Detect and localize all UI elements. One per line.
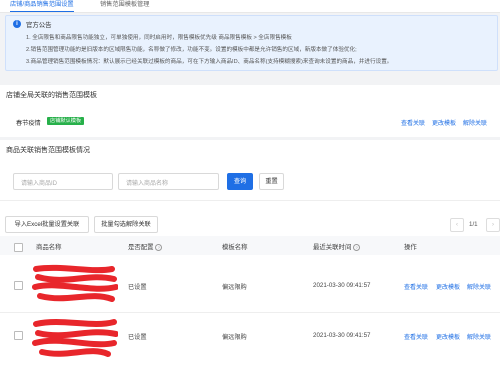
next-page-button[interactable]: ›: [486, 218, 500, 232]
store-template-name: 春节疫情: [16, 120, 41, 127]
col-goods-name: 商品名称: [36, 244, 62, 251]
reset-button[interactable]: 重置: [259, 173, 284, 190]
row-view-link[interactable]: 查看关联: [404, 332, 428, 341]
select-all-checkbox[interactable]: [14, 243, 23, 252]
col-template-name: 模板名称: [222, 244, 248, 251]
col-latest-time: 最近关联时间 ?: [313, 242, 361, 251]
store-view-link[interactable]: 查看关联: [401, 118, 425, 127]
redacted-goods-name: [32, 319, 118, 357]
row-change-link[interactable]: 更改模板: [436, 332, 460, 341]
table-row: 已设置 偏远限购 2021-03-30 09:41:57 查看关联 更改模板 解…: [0, 313, 500, 366]
col-actions: 操作: [404, 244, 417, 251]
redacted-goods-name: [32, 264, 118, 302]
store-change-link[interactable]: 更改模板: [432, 118, 456, 127]
prev-page-button[interactable]: ‹: [450, 218, 464, 232]
row-template-name: 偏远限购: [222, 284, 247, 291]
row-checkbox[interactable]: [14, 281, 23, 290]
notice-panel: i 官方公告 1. 全店限售和商品限售功能独立，可单独使用，同时启用时，限售模板…: [5, 15, 498, 71]
default-template-badge: 店铺默认模板: [47, 117, 85, 125]
col-latest-time-label: 最近关联时间: [313, 244, 352, 251]
store-section: 店铺全局关联的销售范围模板 春节疫情 店铺默认模板 查看关联 更改模板 解除关联: [0, 85, 500, 137]
row-template-name: 偏远限购: [222, 334, 247, 341]
col-configured: 是否配置 ?: [128, 242, 163, 251]
notice-line-3: 3.商品管理销售范围模板情况：默认展示已经关联过模板的商品，可在下方输入商品ID…: [26, 59, 393, 65]
help-icon[interactable]: ?: [155, 244, 163, 251]
batch-unlink-button[interactable]: 批量勾选解除关联: [94, 216, 158, 233]
search-button[interactable]: 查询: [227, 173, 253, 190]
row-unlink-link[interactable]: 解除关联: [467, 332, 491, 341]
notice-line-2: 2.销售范围管理功能的是旧版本的区域限售功能，名称做了修改，功能不变。设置的模板…: [26, 47, 357, 53]
row-change-link[interactable]: 更改模板: [436, 282, 460, 291]
configured-status: 已设置: [128, 284, 147, 291]
row-unlink-link[interactable]: 解除关联: [467, 282, 491, 291]
goods-name-placeholder: 请输入商品名称: [126, 181, 169, 187]
table-header: [0, 236, 500, 255]
page-indicator: 1/1: [469, 221, 478, 228]
store-unlink-link[interactable]: 解除关联: [463, 118, 487, 127]
configured-status: 已设置: [128, 334, 147, 341]
row-checkbox[interactable]: [14, 331, 23, 340]
tab-store-goods-range[interactable]: 店铺/商品销售范围设置: [10, 0, 74, 12]
goods-id-placeholder: 请输入商品ID: [21, 181, 58, 187]
row-view-link[interactable]: 查看关联: [404, 282, 428, 291]
goods-name-input[interactable]: 请输入商品名称: [118, 173, 219, 190]
col-configured-label: 是否配置: [128, 244, 154, 251]
info-icon: i: [13, 20, 21, 28]
tab-bar: 店铺/商品销售范围设置 销售范围模板管理: [0, 0, 500, 13]
help-icon[interactable]: ?: [353, 244, 361, 251]
notice-title: 官方公告: [26, 22, 52, 29]
row-link-time: 2021-03-30 09:41:57: [313, 282, 371, 289]
tab-template-management[interactable]: 销售范围模板管理: [100, 0, 150, 11]
section-divider: [0, 200, 500, 201]
row-link-time: 2021-03-30 09:41:57: [313, 332, 371, 339]
goods-section-title: 商品关联销售范围模板情况: [6, 147, 90, 154]
import-excel-button[interactable]: 导入Excel批量设置关联: [5, 216, 89, 233]
notice-line-1: 1. 全店限售和商品限售功能独立，可单独使用，同时启用时，限售模板优先级 商品限…: [26, 35, 292, 41]
table-row: 已设置 偏远限购 2021-03-30 09:41:57 查看关联 更改模板 解…: [0, 255, 500, 313]
goods-id-input[interactable]: 请输入商品ID: [13, 173, 113, 190]
store-section-title: 店铺全局关联的销售范围模板: [6, 92, 97, 99]
